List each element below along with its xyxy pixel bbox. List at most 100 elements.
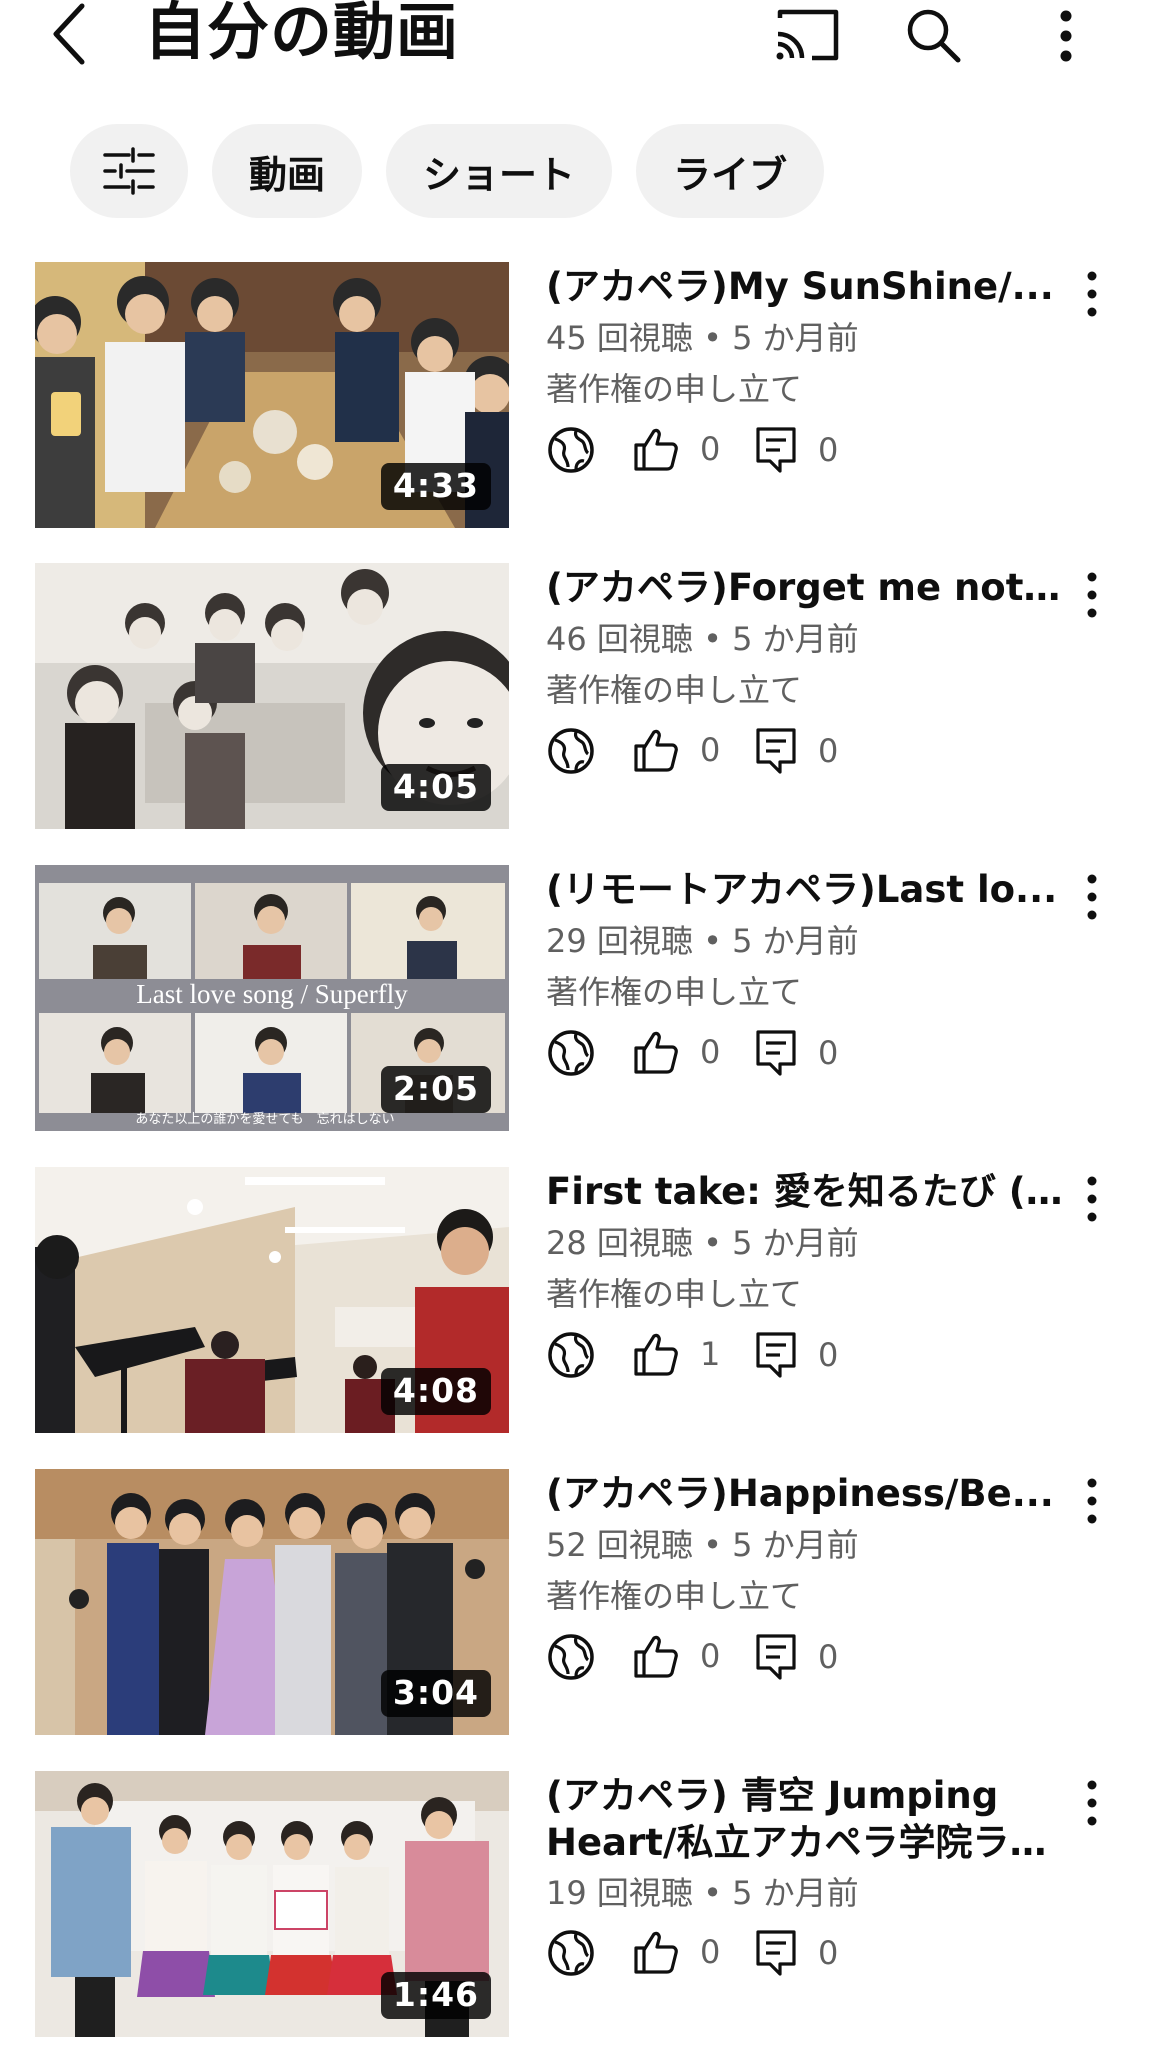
- upload-age: 5 か月前: [732, 922, 859, 960]
- more-vert-icon: [1087, 271, 1097, 317]
- copyright-claim-label[interactable]: 著作権の申し立て: [546, 1570, 1066, 1622]
- chip-videos[interactable]: 動画: [212, 124, 362, 218]
- copyright-claim-label[interactable]: 著作権の申し立て: [546, 664, 1066, 716]
- video-item[interactable]: 3:04 (アカペラ)Happiness/Be... 52 回視聴 • 5 か月…: [0, 1469, 1150, 1739]
- like-stat[interactable]: 0: [632, 425, 720, 473]
- video-stats-row: 0 0: [546, 1024, 1066, 1084]
- like-stat[interactable]: 0: [632, 1928, 720, 1976]
- like-stat[interactable]: 1: [632, 1330, 720, 1378]
- video-thumbnail[interactable]: Last love song / Superfly あなた以上の誰かを愛せても …: [35, 865, 509, 1131]
- visibility-status[interactable]: [546, 425, 596, 475]
- filter-chip[interactable]: [70, 124, 188, 218]
- video-duration: 3:04: [380, 1670, 491, 1717]
- video-duration: 4:05: [380, 764, 491, 811]
- comment-icon: [756, 1030, 796, 1076]
- video-title[interactable]: (リモートアカペラ)Last lo...: [546, 866, 1066, 914]
- search-icon: [907, 9, 961, 63]
- thumb-up-icon: [634, 1333, 678, 1376]
- back-button[interactable]: [40, 0, 100, 70]
- comment-stat[interactable]: 0: [754, 425, 838, 475]
- globe-public-icon: [548, 427, 594, 473]
- video-menu-button[interactable]: [1078, 569, 1106, 621]
- more-vert-icon: [1087, 572, 1097, 618]
- meta-separator: •: [703, 319, 722, 357]
- video-info: First take: 愛を知るたび (… 28 回視聴 • 5 か月前 著作権…: [546, 1167, 1066, 1386]
- chip-shorts[interactable]: ショート: [386, 124, 612, 218]
- globe-public-icon: [548, 1030, 594, 1076]
- like-stat[interactable]: 0: [632, 1632, 720, 1680]
- visibility-status[interactable]: [546, 1028, 596, 1078]
- thumb-up-icon: [634, 428, 678, 471]
- video-info: (アカペラ) 青空 Jumping Heart/私立アカペラ学院ラ… 19 回視…: [546, 1771, 1066, 1984]
- video-title[interactable]: (アカペラ)Forget me not/...: [546, 564, 1066, 612]
- thumb-up-icon: [634, 1931, 678, 1974]
- view-count: 28 回視聴: [546, 1224, 693, 1262]
- video-item[interactable]: 4:08 First take: 愛を知るたび (… 28 回視聴 • 5 か月…: [0, 1167, 1150, 1437]
- video-thumbnail[interactable]: 4:05: [35, 563, 509, 829]
- comment-stat[interactable]: 0: [754, 726, 838, 776]
- video-item[interactable]: 1:46 (アカペラ) 青空 Jumping Heart/私立アカペラ学院ラ… …: [0, 1771, 1150, 2041]
- copyright-claim-label[interactable]: 著作権の申し立て: [546, 363, 1066, 415]
- chip-live[interactable]: ライブ: [636, 124, 824, 218]
- video-menu-button[interactable]: [1078, 1777, 1106, 1829]
- upload-age: 5 か月前: [732, 620, 859, 658]
- video-info: (アカペラ)Forget me not/... 46 回視聴 • 5 か月前 著…: [546, 563, 1066, 782]
- more-vert-icon: [1060, 10, 1072, 62]
- like-count: 0: [700, 1033, 721, 1071]
- video-meta: 28 回視聴 • 5 か月前: [546, 1218, 1066, 1268]
- video-menu-button[interactable]: [1078, 1173, 1106, 1225]
- comment-icon: [756, 427, 796, 473]
- video-thumbnail[interactable]: 3:04: [35, 1469, 509, 1735]
- upload-age: 5 か月前: [732, 1224, 859, 1262]
- like-count: 0: [700, 1637, 721, 1675]
- video-thumbnail[interactable]: 1:46: [35, 1771, 509, 2037]
- upload-age: 5 か月前: [732, 1874, 859, 1912]
- view-count: 46 回視聴: [546, 620, 693, 658]
- thumb-up-icon: [634, 729, 678, 772]
- comment-stat[interactable]: 0: [754, 1330, 838, 1380]
- comment-stat[interactable]: 0: [754, 1928, 838, 1978]
- copyright-claim-label[interactable]: 著作権の申し立て: [546, 1268, 1066, 1320]
- search-button[interactable]: [900, 4, 970, 66]
- like-count: 0: [700, 1933, 721, 1971]
- like-stat[interactable]: 0: [632, 726, 720, 774]
- video-info: (アカペラ)Happiness/Be... 52 回視聴 • 5 か月前 著作権…: [546, 1469, 1066, 1688]
- copyright-claim-label[interactable]: 著作権の申し立て: [546, 966, 1066, 1018]
- video-item[interactable]: 4:05 (アカペラ)Forget me not/... 46 回視聴 • 5 …: [0, 563, 1150, 833]
- visibility-status[interactable]: [546, 726, 596, 776]
- comment-stat[interactable]: 0: [754, 1632, 838, 1682]
- view-count: 52 回視聴: [546, 1526, 693, 1564]
- video-meta: 19 回視聴 • 5 か月前: [546, 1868, 1066, 1918]
- comment-stat[interactable]: 0: [754, 1028, 838, 1078]
- video-info: (リモートアカペラ)Last lo... 29 回視聴 • 5 か月前 著作権の…: [546, 865, 1066, 1084]
- video-stats-row: 0 0: [546, 722, 1066, 782]
- meta-separator: •: [703, 922, 722, 960]
- comment-icon: [756, 1930, 796, 1976]
- video-title[interactable]: (アカペラ)My SunShine/...: [546, 263, 1066, 311]
- globe-public-icon: [548, 1332, 594, 1378]
- cast-button[interactable]: [772, 4, 842, 66]
- visibility-status[interactable]: [546, 1632, 596, 1682]
- thumbnail-caption-text: あなた以上の誰かを愛せても 忘れはしない: [135, 1111, 394, 1127]
- video-stats-row: 1 0: [546, 1326, 1066, 1386]
- video-thumbnail[interactable]: 4:33: [35, 262, 509, 528]
- like-stat[interactable]: 0: [632, 1028, 720, 1076]
- video-thumbnail[interactable]: 4:08: [35, 1167, 509, 1433]
- tune-sliders-icon: [103, 147, 155, 195]
- video-menu-button[interactable]: [1078, 871, 1106, 923]
- video-menu-button[interactable]: [1078, 268, 1106, 320]
- video-item[interactable]: 4:33 (アカペラ)My SunShine/... 45 回視聴 • 5 か月…: [0, 262, 1150, 532]
- more-vert-icon: [1087, 1780, 1097, 1826]
- comment-count: 0: [818, 1934, 839, 1972]
- video-menu-button[interactable]: [1078, 1475, 1106, 1527]
- more-options-button[interactable]: [1036, 4, 1096, 66]
- comment-icon: [756, 1634, 796, 1680]
- meta-separator: •: [703, 1526, 722, 1564]
- video-title[interactable]: (アカペラ) 青空 Jumping Heart/私立アカペラ学院ラ…: [546, 1772, 1066, 1866]
- visibility-status[interactable]: [546, 1330, 596, 1380]
- video-title[interactable]: (アカペラ)Happiness/Be...: [546, 1470, 1066, 1518]
- visibility-status[interactable]: [546, 1928, 596, 1978]
- video-title[interactable]: First take: 愛を知るたび (…: [546, 1168, 1066, 1216]
- comment-icon: [756, 728, 796, 774]
- video-item[interactable]: Last love song / Superfly あなた以上の誰かを愛せても …: [0, 865, 1150, 1135]
